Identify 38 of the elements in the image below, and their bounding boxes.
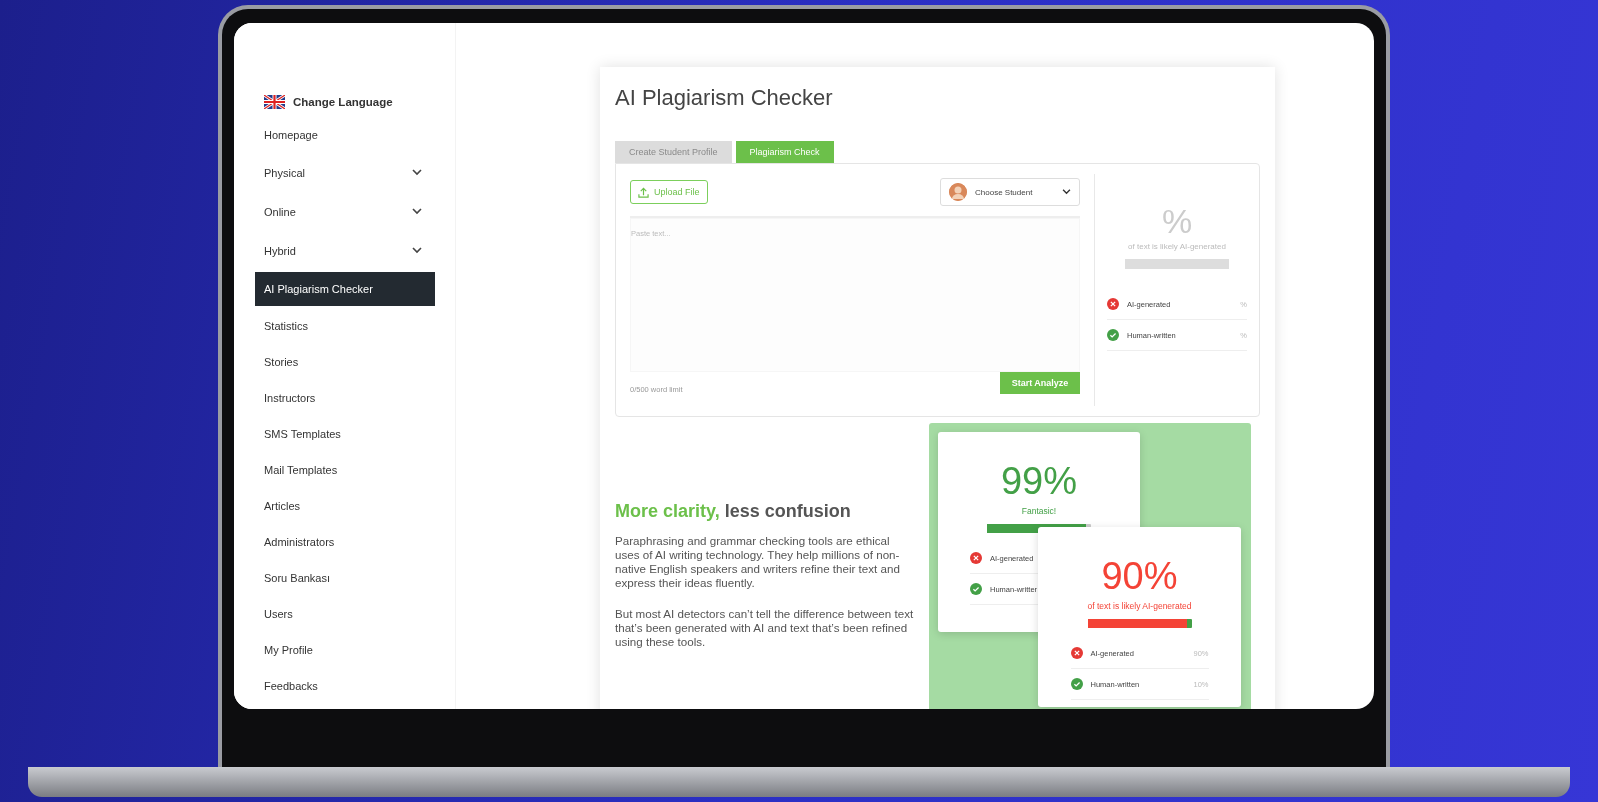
sidebar-item[interactable]: Statistics	[255, 308, 435, 344]
sidebar-item[interactable]: Instructors	[255, 380, 435, 416]
uk-flag-icon	[264, 95, 285, 109]
result-caption: of text is likely AI-generated	[1087, 601, 1192, 611]
heading: less confusion	[724, 501, 851, 522]
sidebar-item[interactable]: Homepage	[255, 117, 435, 153]
sidebar-item[interactable]: Online	[255, 192, 435, 231]
change-language-link[interactable]: Change Language	[293, 96, 393, 108]
sidebar-item[interactable]: Feedbacks	[255, 668, 435, 704]
sidebar-item[interactable]: Soru Bankası	[255, 560, 435, 596]
check-circle-icon	[970, 583, 982, 595]
error-icon	[1107, 298, 1119, 310]
sidebar-item[interactable]: Mail Templates	[255, 452, 435, 488]
sidebar-item[interactable]: Articles	[255, 488, 435, 524]
chevron-down-icon	[1062, 189, 1071, 195]
upload-icon	[638, 186, 649, 198]
page-title: AI Plagiarism Checker	[615, 85, 834, 111]
sidebar-item[interactable]: Physical	[255, 153, 435, 192]
sidebar-item[interactable]: Stories	[255, 344, 435, 380]
result-caption: Fantasic!	[1021, 506, 1057, 516]
paragraph: But most AI detectors can’t tell the difference between text that’s been generated with AI and text that’s been refined using these tools.	[615, 606, 915, 649]
paragraph: Paraphrasing and grammar checking tools are ethical uses of AI writing technology. They help millions of non-native English speakers and writers refine their text and express their ideas fluently.	[615, 534, 901, 591]
percent-value: %	[1161, 204, 1193, 238]
heading-accent: More clarity,	[615, 501, 720, 522]
sidebar-item[interactable]: Administrators	[255, 524, 435, 560]
check-circle-icon	[1107, 329, 1119, 341]
error-icon	[1070, 647, 1083, 659]
percent-value: 99%	[1000, 462, 1078, 500]
sidebar-item[interactable]: Users	[255, 596, 435, 632]
sidebar-item[interactable]: My Profile	[255, 632, 435, 668]
avatar-icon	[949, 183, 967, 201]
sidebar-item[interactable]: SMS Templates	[255, 416, 435, 452]
check-circle-icon	[1070, 678, 1083, 690]
sidebar-item[interactable]: AI Plagiarism Checker	[255, 272, 435, 306]
choose-student-dropdown[interactable]: Choose Student	[940, 178, 1080, 206]
error-icon	[970, 552, 982, 564]
percent-value: 90%	[1101, 557, 1178, 595]
sidebar-item[interactable]: Hybrid	[255, 231, 435, 270]
